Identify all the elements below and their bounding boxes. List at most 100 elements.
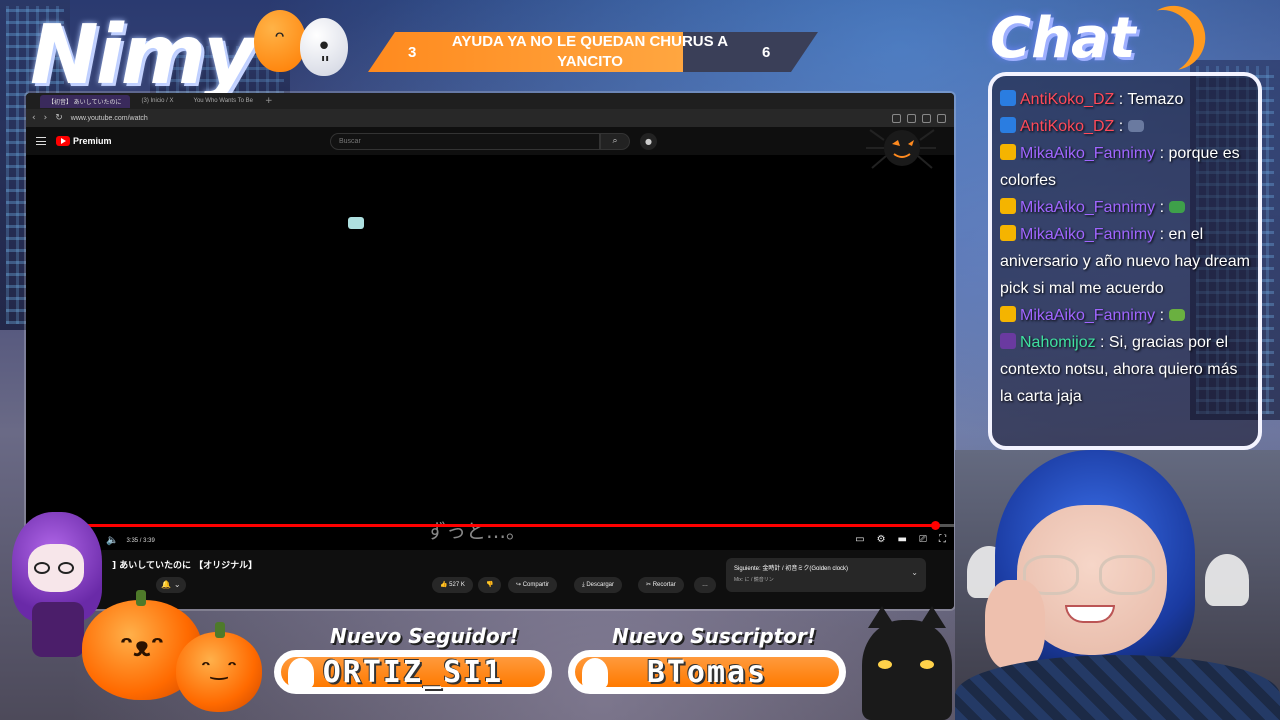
chat-emote-icon <box>1127 120 1144 132</box>
share-button[interactable]: ↪ Compartir <box>508 577 558 593</box>
glasses-icon <box>34 562 50 574</box>
chat-message: MikaAiko_Fannimy : <box>1000 302 1252 329</box>
chat-text: : <box>1155 199 1169 216</box>
download-label: Descargar <box>586 582 615 588</box>
chat-message: MikaAiko_Fannimy : en el aniversario y a… <box>1000 221 1252 302</box>
chat-badge-icon <box>1000 90 1016 106</box>
cursor-sprite-icon <box>348 217 364 229</box>
reload-icon[interactable]: ↻ <box>55 113 63 123</box>
clip-button[interactable]: ✂ Recortar <box>638 577 684 593</box>
microphone-icon[interactable]: ● <box>640 133 657 150</box>
download-button[interactable]: ⤓ Descargar <box>574 577 623 593</box>
chat-badge-icon <box>1000 117 1016 133</box>
notification-bell-icon[interactable]: 🔔 ⌄ <box>156 577 186 593</box>
youtube-logo-icon[interactable] <box>56 136 70 146</box>
clip-label: Recortar <box>652 582 676 588</box>
chat-title: Chat <box>990 6 1136 71</box>
chibi-face <box>28 544 84 592</box>
chat-username[interactable]: AntiKoko_DZ <box>1020 118 1114 135</box>
share-label: Compartir <box>522 582 550 588</box>
chat-username[interactable]: MikaAiko_Fannimy <box>1020 145 1155 162</box>
glasses-icon <box>58 562 74 574</box>
follower-alert: ORTIZ_SI1 <box>274 650 552 694</box>
volume-icon[interactable]: 🔈 <box>106 535 118 546</box>
next-title: Siguiente: 金時計 / 初音ミク(Golden clock) <box>734 566 849 572</box>
chat-emote-icon <box>1168 201 1185 213</box>
ghost-balloon-icon: •͈ <box>300 18 348 76</box>
subscriber-name: BTomas <box>646 655 768 690</box>
chat-badge-icon <box>1000 306 1016 322</box>
chat-message: MikaAiko_Fannimy : <box>1000 194 1252 221</box>
streamer-hand <box>985 580 1045 670</box>
chibi-body <box>32 602 84 657</box>
browser-tab-x[interactable]: (3) Inicio / X <box>134 96 182 106</box>
follower-name: ORTIZ_SI1 <box>322 655 504 690</box>
banner-text: AYUDA YA NO LE QUEDAN CHURUS A YANCITO <box>451 33 729 70</box>
chat-message: AntiKoko_DZ : Temazo <box>1000 86 1252 113</box>
follower-label: Nuevo Seguidor! <box>330 624 519 648</box>
settings-gear-icon[interactable]: ⚙ <box>877 534 886 545</box>
subscriber-label: Nuevo Suscriptor! <box>612 624 817 648</box>
browser-tab-youtube[interactable]: 【初音】 あいしていたのに <box>40 94 130 108</box>
url-field[interactable]: www.youtube.com/watch <box>71 115 148 122</box>
spider-pumpkin-icon <box>866 129 936 169</box>
chat-emote-icon <box>1168 309 1185 321</box>
chat-badge-icon <box>1000 333 1016 349</box>
progress-bar[interactable] <box>26 521 954 530</box>
video-info: ] あいしていたのに 【オリジナル】 🔔 ⌄ 👍 527 K 👎 ↪ Compa… <box>26 550 954 609</box>
webcam-feed <box>955 450 1280 720</box>
progress-fill <box>26 524 936 527</box>
banner-left-number: 3 <box>408 44 417 61</box>
glasses-icon <box>1099 555 1155 595</box>
dislike-button[interactable]: 👎 <box>478 577 502 593</box>
up-next-panel[interactable]: Siguiente: 金時計 / 初音ミク(Golden clock) Mix:… <box>726 558 926 592</box>
chat-badge-icon <box>1000 198 1016 214</box>
address-bar: ‹ › ↻ www.youtube.com/watch <box>26 109 954 127</box>
chat-message: AntiKoko_DZ : <box>1000 113 1252 140</box>
player-controls-left: 🔈 3:35 / 3:39 <box>106 535 155 546</box>
chevron-down-icon[interactable]: ⌄ <box>911 568 918 577</box>
chat-username[interactable]: AntiKoko_DZ <box>1020 91 1114 108</box>
chat-badge-icon <box>1000 144 1016 160</box>
chat-message: MikaAiko_Fannimy : porque es colorfes <box>1000 140 1252 194</box>
hamburger-menu-icon[interactable] <box>36 137 46 145</box>
search-input[interactable]: Buscar <box>330 133 600 150</box>
youtube-brand[interactable]: Premium <box>73 136 112 146</box>
player-controls-right: ▭ ⚙ ▬ ⎚ ⛶ <box>855 534 946 545</box>
like-button[interactable]: 👍 527 K <box>432 577 473 593</box>
time-display: 3:35 / 3:39 <box>126 537 155 544</box>
tab-bar: 【初音】 あいしていたのに (3) Inicio / X You Who Wan… <box>26 93 954 109</box>
next-subtitle: Mix: に / 鏡音リン <box>734 577 774 583</box>
more-actions-button[interactable]: … <box>694 577 716 593</box>
chat-username[interactable]: MikaAiko_Fannimy <box>1020 199 1155 216</box>
video-player[interactable]: ずっと…。 🔈 3:35 / 3:39 ▭ ⚙ ▬ ⎚ ⛶ <box>26 155 954 550</box>
ghost-icon <box>1205 554 1249 606</box>
like-count: 527 K <box>449 582 465 588</box>
chat-username[interactable]: MikaAiko_Fannimy <box>1020 307 1155 324</box>
chat-username[interactable]: MikaAiko_Fannimy <box>1020 226 1155 243</box>
pumpkin-balloon-icon: ᵔ <box>254 10 306 72</box>
subtitles-icon[interactable]: ▭ <box>855 534 864 545</box>
black-cat-icon <box>862 606 952 720</box>
chat-message: Nahomijoz : Si, gracias por el contexto … <box>1000 329 1252 410</box>
video-title: ] あいしていたのに 【オリジナル】 <box>112 561 258 571</box>
chat-badge-icon <box>1000 225 1016 241</box>
progress-handle[interactable] <box>931 521 941 530</box>
chat-text: : Temazo <box>1114 91 1184 108</box>
browser-tab-other[interactable]: You Who Wants To Be <box>186 96 261 106</box>
cast-icon[interactable]: ⎚ <box>919 534 927 545</box>
chat-username[interactable]: Nahomijoz <box>1020 334 1096 351</box>
search-icon[interactable]: ⌕ <box>600 133 630 150</box>
youtube-header: Premium Buscar ⌕ ● <box>26 127 954 155</box>
forward-icon[interactable]: › <box>44 113 48 123</box>
subscriber-alert: BTomas <box>568 650 846 694</box>
extension-icon[interactable] <box>937 113 946 123</box>
back-icon[interactable]: ‹ <box>32 113 36 123</box>
chat-text: : <box>1155 307 1169 324</box>
video-subtitle: ずっと…。 <box>426 519 526 543</box>
theater-mode-icon[interactable]: ▬ <box>898 534 907 545</box>
banner-right-number: 6 <box>762 44 771 61</box>
new-tab-icon[interactable]: + <box>265 96 273 106</box>
fullscreen-icon[interactable]: ⛶ <box>939 534 946 545</box>
channel-logo: Nimy <box>30 8 257 103</box>
